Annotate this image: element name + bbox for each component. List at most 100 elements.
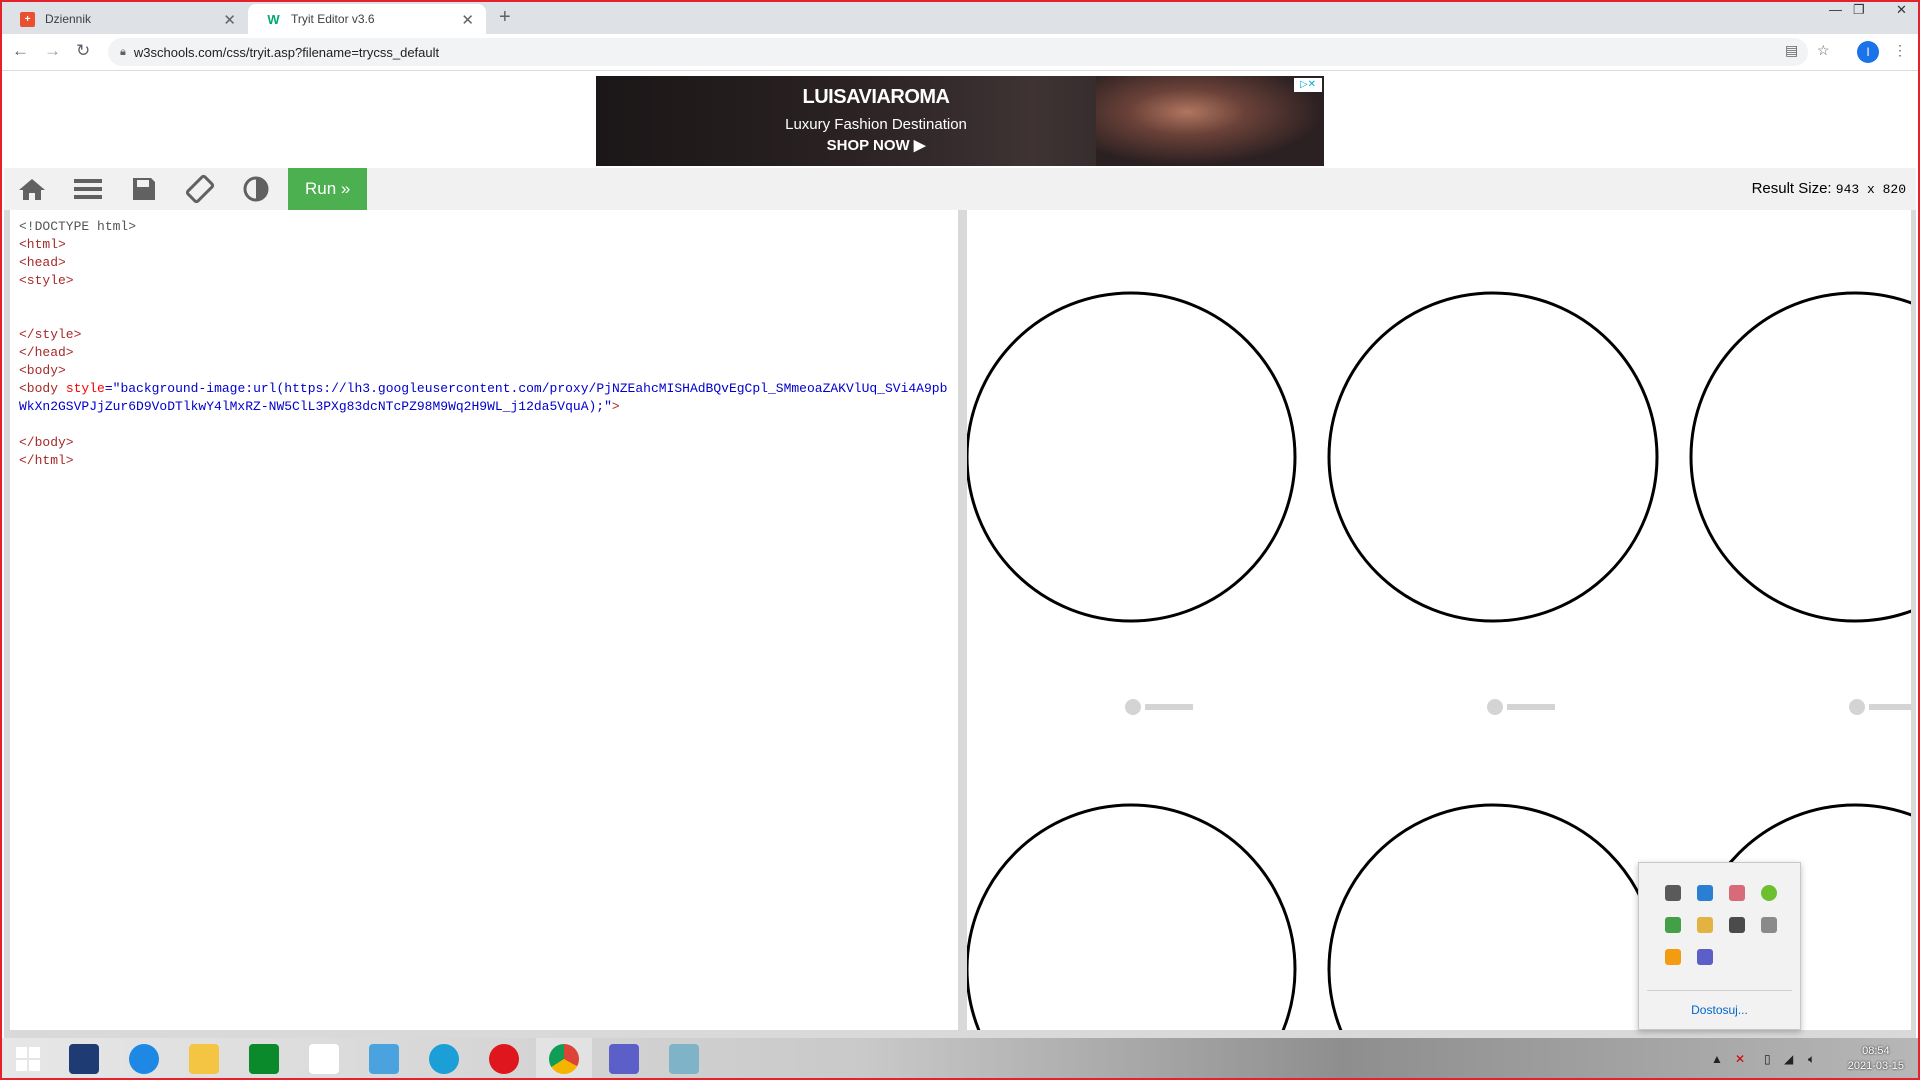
taskbar-mail[interactable]: [356, 1038, 412, 1080]
menu-button[interactable]: [60, 168, 116, 210]
network-app-icon[interactable]: [1697, 885, 1713, 901]
battery-icon[interactable]: ▯: [1764, 1052, 1771, 1066]
restore-icon[interactable]: ❐: [1853, 2, 1865, 18]
result-size: Result Size: 943 x 820: [1752, 180, 1906, 197]
close-tab-icon[interactable]: ✕: [223, 11, 236, 29]
teams-tray-icon[interactable]: [1697, 949, 1713, 965]
store-icon: [249, 1044, 279, 1074]
back-icon[interactable]: ←: [12, 41, 29, 61]
windows-start-icon: [16, 1047, 40, 1071]
home-app-icon: [309, 1044, 339, 1074]
lock-icon[interactable]: 🔒︎: [120, 46, 126, 59]
package-icon[interactable]: [1697, 917, 1713, 933]
save-icon: [133, 178, 155, 200]
reload-icon[interactable]: ↻: [76, 41, 90, 61]
close-window-icon[interactable]: ✕: [1896, 2, 1907, 18]
code-line: </head>: [19, 345, 74, 360]
ad-brand: LUISAVIAROMA: [802, 86, 950, 108]
forward-icon[interactable]: →: [44, 41, 61, 61]
home-icon: [19, 179, 45, 200]
dziennik-favicon-icon: +: [20, 11, 35, 27]
show-hidden-icons[interactable]: ▲: [1711, 1052, 1723, 1066]
taskbar-clock[interactable]: 08:54 2021-03-15: [1848, 1044, 1904, 1074]
customize-link[interactable]: Dostosuj...: [1639, 1003, 1800, 1017]
pattern-circle: [1327, 291, 1659, 623]
code-attr: style: [65, 381, 105, 396]
internet-explorer-icon: [129, 1044, 159, 1074]
security-app-icon[interactable]: [1729, 885, 1745, 901]
code-line: <!DOCTYPE html>: [19, 219, 137, 234]
workspace: <!DOCTYPE html> <html> <head> <style> </…: [4, 210, 1916, 1038]
ad-photo: [1096, 76, 1324, 166]
pattern-circle: [967, 803, 1297, 1030]
theme-toggle-button[interactable]: [228, 168, 284, 210]
ad-banner[interactable]: LUISAVIAROMA Luxury Fashion Destination …: [596, 76, 1324, 166]
volume-icon[interactable]: 🔈︎: [1808, 1052, 1815, 1067]
rotate-layout-button[interactable]: [172, 168, 228, 210]
browser-menu-icon[interactable]: ⋮: [1893, 42, 1907, 59]
opera-icon: [489, 1044, 519, 1074]
chrome-icon: [549, 1044, 579, 1074]
taskbar-lenovo[interactable]: [56, 1038, 112, 1080]
pattern-circle: [1327, 803, 1659, 1030]
mail-icon: [369, 1044, 399, 1074]
edge-icon: [429, 1044, 459, 1074]
printer-icon[interactable]: [1761, 917, 1777, 933]
clock-date: 2021-03-15: [1847, 1060, 1904, 1072]
new-tab-button[interactable]: +: [499, 6, 511, 29]
taskbar-edge[interactable]: [416, 1038, 472, 1080]
code-line: <style>: [19, 273, 74, 288]
minimize-icon[interactable]: —: [1829, 2, 1842, 17]
taskbar-chrome[interactable]: [536, 1038, 592, 1080]
file-explorer-icon: [189, 1044, 219, 1074]
taskbar-opera[interactable]: [476, 1038, 532, 1080]
taskbar-store[interactable]: [236, 1038, 292, 1080]
eraser-app-icon: [669, 1044, 699, 1074]
code-editor[interactable]: <!DOCTYPE html> <html> <head> <style> </…: [10, 210, 958, 1030]
ad-choices-icon[interactable]: ▷✕: [1294, 78, 1322, 92]
hamburger-icon: [74, 179, 102, 199]
taskbar-explorer[interactable]: [176, 1038, 232, 1080]
translate-icon[interactable]: ▤: [1785, 42, 1798, 59]
code-line: <body>: [19, 363, 66, 378]
home-button[interactable]: [4, 168, 60, 210]
tab-title: Tryit Editor v3.6: [291, 12, 375, 26]
camera-icon[interactable]: [1729, 917, 1745, 933]
taskbar-ie[interactable]: [116, 1038, 172, 1080]
taskbar-home[interactable]: [296, 1038, 352, 1080]
defender-icon[interactable]: [1665, 917, 1681, 933]
pattern-circle: [1689, 291, 1911, 623]
tray-overflow-popup: Dostosuj...: [1638, 862, 1801, 1030]
start-button[interactable]: [0, 1038, 56, 1080]
pattern-circle: [967, 291, 1297, 623]
teams-icon: [609, 1044, 639, 1074]
tab-tryit-editor[interactable]: W Tryit Editor v3.6 ✕: [248, 4, 486, 34]
profile-avatar[interactable]: I: [1857, 41, 1879, 63]
taskbar: ▲ ✕ ▯ ◢ 🔈︎ 08:54 2021-03-15: [0, 1038, 1920, 1080]
browser-toolbar: ← → ↻ 🔒︎ w3schools.com/css/tryit.asp?fil…: [0, 34, 1920, 71]
update-icon[interactable]: [1761, 885, 1777, 901]
address-bar[interactable]: 🔒︎ w3schools.com/css/tryit.asp?filename=…: [108, 38, 1808, 66]
wifi-icon[interactable]: ◢: [1784, 1052, 1793, 1066]
code-line: </body>: [19, 435, 74, 450]
run-button[interactable]: Run »: [288, 168, 368, 210]
w3schools-favicon-icon: W: [267, 11, 280, 27]
browser-tab-strip: + Dziennik ✕ W Tryit Editor v3.6 ✕ + — ❐…: [0, 0, 1920, 34]
contrast-icon: [243, 176, 269, 202]
code-attr-value: "background-image:url(https://lh3.google…: [19, 381, 948, 414]
result-size-value: 943 x 820: [1835, 182, 1906, 197]
network-status-icon[interactable]: ✕: [1735, 1052, 1745, 1066]
close-tab-icon[interactable]: ✕: [461, 11, 474, 29]
office-app-icon[interactable]: [1665, 949, 1681, 965]
clock-time: 08:54: [1862, 1045, 1890, 1057]
code-line: <head>: [19, 255, 66, 270]
display-icon[interactable]: [1665, 885, 1681, 901]
tab-title: Dziennik: [45, 12, 92, 26]
bookmark-star-icon[interactable]: ☆: [1817, 42, 1830, 59]
taskbar-teams[interactable]: [596, 1038, 652, 1080]
save-button[interactable]: [116, 168, 172, 210]
url-text: w3schools.com/css/tryit.asp?filename=try…: [133, 44, 440, 60]
watermark-icon: [1125, 699, 1911, 715]
taskbar-eraser[interactable]: [656, 1038, 712, 1080]
tab-dziennik[interactable]: + Dziennik ✕: [2, 4, 248, 34]
